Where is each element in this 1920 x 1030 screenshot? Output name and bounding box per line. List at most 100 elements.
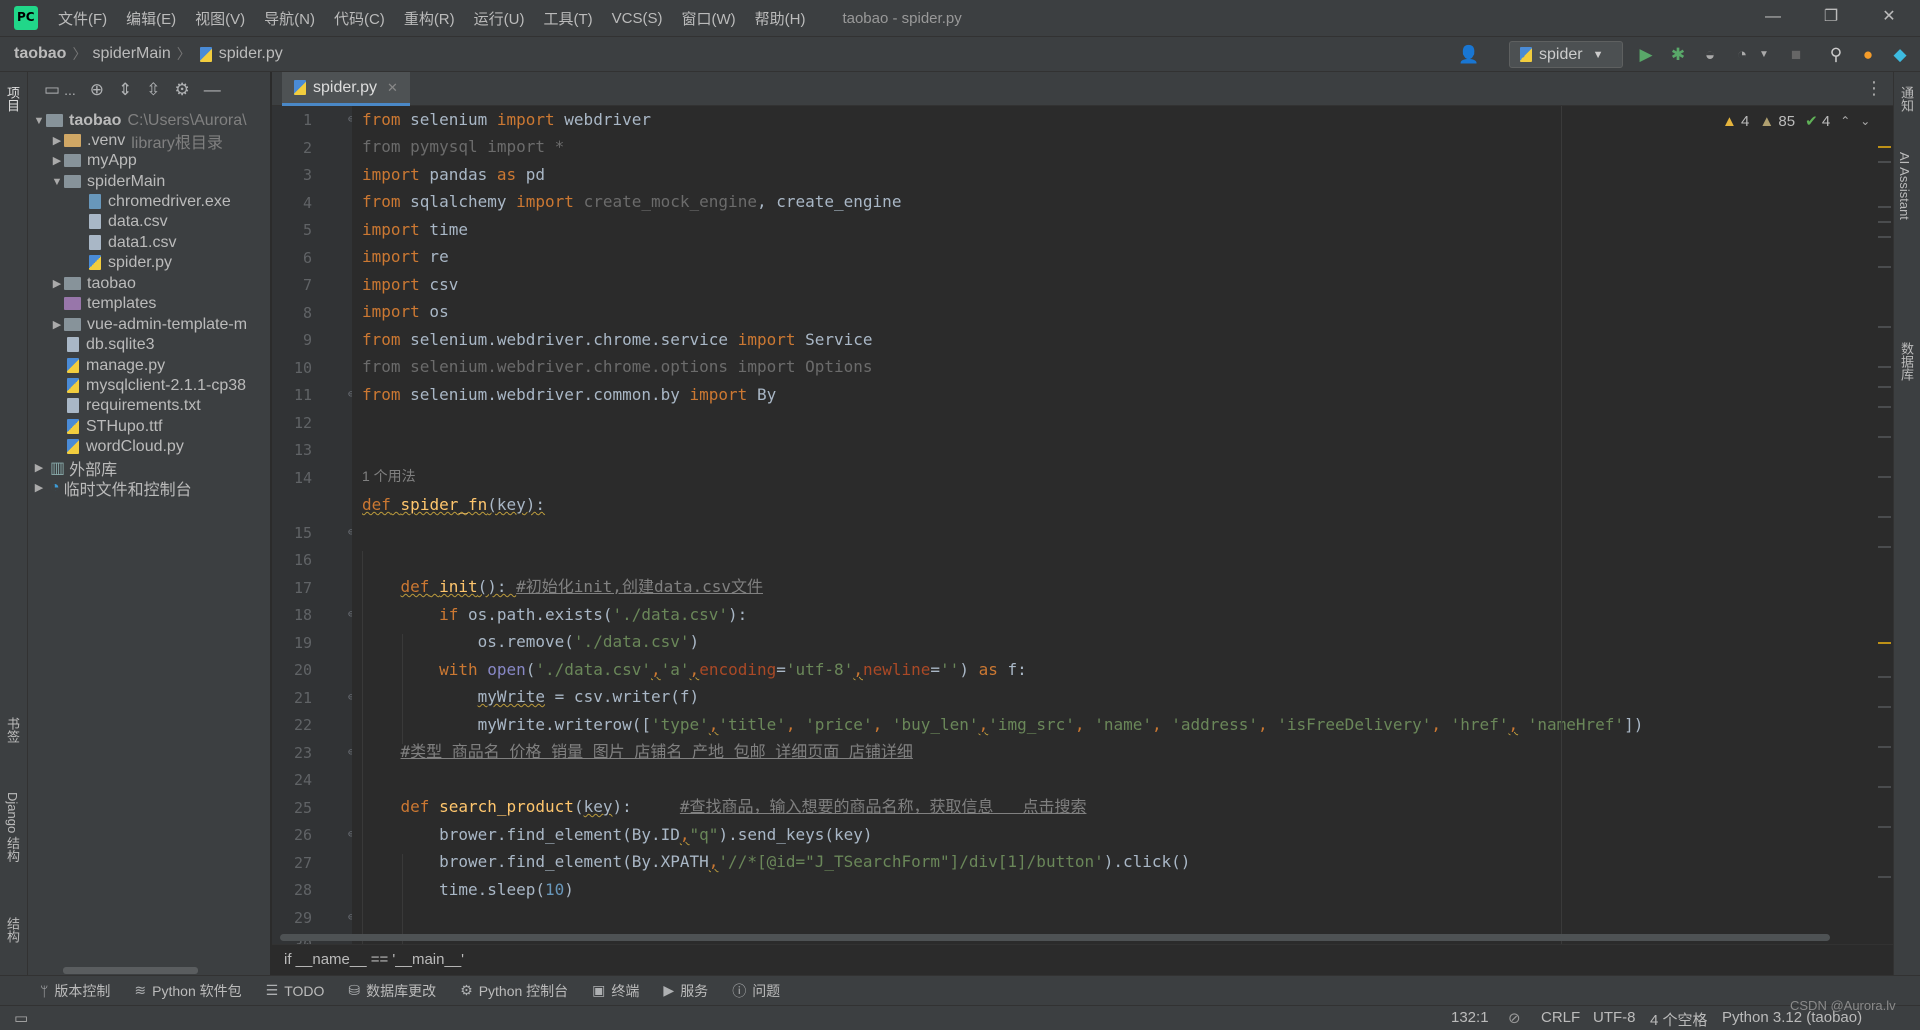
database-changes-button[interactable]: ⛁ 数据库更改 (348, 981, 436, 1001)
database-tool-tab[interactable]: 数据库 (1897, 342, 1916, 381)
editor-horizontal-scrollbar[interactable] (272, 931, 1876, 943)
menu-edit[interactable]: 编辑(E) (126, 8, 176, 29)
python-console-button[interactable]: ⚙ Python 控制台 (460, 981, 568, 1001)
stripe-marker[interactable] (1878, 326, 1891, 328)
stripe-marker[interactable] (1878, 642, 1891, 644)
code-line: from sqlalchemy import create_mock_engin… (362, 192, 902, 211)
project-view-label[interactable]: ... (64, 82, 76, 98)
menu-code[interactable]: 代码(C) (334, 8, 385, 29)
bookmarks-tool-tab[interactable]: 书签 (3, 717, 22, 743)
project-tool-tab[interactable]: 项目 (3, 86, 22, 112)
usage-hint[interactable]: 1 个用法 (362, 463, 416, 490)
close-tab-icon[interactable]: ✕ (387, 80, 398, 96)
services-button[interactable]: ▶ 服务 (663, 981, 708, 1001)
chevron-up-icon[interactable]: ⌃ (1840, 114, 1850, 128)
chevron-down-icon: ▼ (33, 114, 45, 127)
line-number: 26 (293, 826, 312, 844)
inspection-widget[interactable]: ▲ 4 ▲ 85 ✔ 4 ⌃ ⌄ (1722, 112, 1870, 131)
stripe-marker[interactable] (1878, 236, 1891, 238)
menu-run[interactable]: 运行(U) (474, 8, 525, 29)
stripe-marker[interactable] (1878, 746, 1891, 748)
menu-refactor[interactable]: 重构(R) (404, 8, 455, 29)
terminal-button[interactable]: ▣ 终端 (592, 981, 639, 1001)
restore-button[interactable]: ❐ (1802, 0, 1860, 36)
stripe-marker[interactable] (1878, 676, 1891, 678)
ai-assistant-tool-tab[interactable]: AI Assistant (1897, 152, 1912, 220)
problems-button[interactable]: ⓘ 问题 (732, 981, 780, 1001)
expand-all-icon[interactable]: ⇕ (118, 80, 132, 100)
run-configuration-select[interactable]: spider ▼ (1509, 41, 1623, 68)
line-number: 15 (293, 524, 312, 542)
coverage-icon[interactable]: ◒ (1700, 45, 1720, 65)
weak-warning-count[interactable]: ▲ 85 (1759, 113, 1795, 130)
tab-spider-py[interactable]: spider.py ✕ (282, 72, 410, 106)
update-icon[interactable]: ● (1858, 45, 1878, 65)
stripe-marker[interactable] (1878, 206, 1891, 208)
collapse-all-icon[interactable]: ⇳ (146, 80, 160, 100)
stripe-marker[interactable] (1878, 406, 1891, 408)
breadcrumb-file[interactable]: spider.py (219, 45, 283, 63)
line-separator[interactable]: CRLF (1541, 1009, 1580, 1026)
todo-button[interactable]: ☰ TODO (266, 982, 325, 999)
stripe-marker[interactable] (1878, 221, 1891, 223)
gear-icon[interactable]: ⚙ (174, 80, 189, 100)
warning-count[interactable]: ▲ 4 (1722, 113, 1749, 130)
project-view-icon[interactable]: ▭ (44, 80, 60, 100)
stripe-marker[interactable] (1878, 386, 1891, 388)
menu-file[interactable]: 文件(F) (58, 8, 107, 29)
stop-icon[interactable]: ■ (1786, 45, 1806, 65)
stripe-marker[interactable] (1878, 146, 1891, 148)
menu-window[interactable]: 窗口(W) (681, 8, 735, 29)
stripe-marker[interactable] (1878, 266, 1891, 268)
inspection-profile-icon[interactable]: ⊘ (1508, 1009, 1521, 1027)
stripe-marker[interactable] (1878, 436, 1891, 438)
stripe-marker[interactable] (1878, 161, 1891, 163)
tree-item-scratches[interactable]: ▶ ◔ 临时文件和控制台 (28, 475, 270, 500)
error-stripe[interactable] (1876, 106, 1893, 944)
stripe-marker[interactable] (1878, 706, 1891, 708)
hide-panel-icon[interactable]: — (204, 80, 221, 100)
indent-setting[interactable]: 4 个空格 (1650, 1009, 1708, 1030)
line-number: 14 (293, 469, 312, 487)
run-icon[interactable]: ▶ (1636, 45, 1656, 65)
python-packages-button[interactable]: ≋ Python 软件包 (134, 981, 241, 1001)
menu-tools[interactable]: 工具(T) (543, 8, 592, 29)
version-control-button[interactable]: ᛘ 版本控制 (40, 981, 110, 1001)
ok-count[interactable]: ✔ 4 (1805, 112, 1830, 130)
close-window-button[interactable]: ✕ (1860, 0, 1918, 36)
menu-navigate[interactable]: 导航(N) (264, 8, 315, 29)
menu-view[interactable]: 视图(V) (195, 8, 245, 29)
stripe-marker[interactable] (1878, 366, 1891, 368)
locate-file-icon[interactable]: ⊕ (90, 80, 104, 100)
code-breadcrumb[interactable]: if __name__ == '__main__' (284, 951, 464, 968)
toggle-panels-icon[interactable]: ▭ (14, 1009, 28, 1027)
notifications-tool-tab[interactable]: 通知 (1897, 86, 1916, 112)
minimize-button[interactable]: — (1744, 0, 1802, 36)
code-editor[interactable]: from selenium import webdriver from pymy… (352, 106, 1876, 944)
debug-icon[interactable]: ✱ (1668, 45, 1688, 65)
stripe-marker[interactable] (1878, 476, 1891, 478)
more-options-icon[interactable]: ⋮ (1865, 78, 1883, 99)
stripe-marker[interactable] (1878, 786, 1891, 788)
breadcrumb-project[interactable]: taobao (14, 45, 66, 63)
stripe-marker[interactable] (1878, 826, 1891, 828)
chevron-down-icon[interactable]: ⌄ (1860, 114, 1870, 128)
horizontal-scrollbar[interactable] (63, 967, 198, 974)
stripe-marker[interactable] (1878, 516, 1891, 518)
structure-tool-tab[interactable]: 结构 (3, 917, 22, 943)
menu-vcs[interactable]: VCS(S) (612, 10, 663, 27)
more-run-options-icon[interactable]: ▼ (1754, 45, 1774, 65)
breadcrumb-folder[interactable]: spiderMain (92, 45, 170, 63)
scrollbar-thumb[interactable] (280, 934, 1830, 941)
menu-help[interactable]: 帮助(H) (755, 8, 806, 29)
search-icon[interactable]: ⚲ (1826, 45, 1846, 65)
stripe-marker[interactable] (1878, 546, 1891, 548)
user-icon[interactable]: 👤 (1458, 45, 1479, 65)
profile-icon[interactable]: ◔ (1732, 45, 1752, 65)
tree-item-label: .venv (87, 131, 126, 149)
stripe-marker[interactable] (1878, 876, 1891, 878)
django-structure-tool-tab[interactable]: Django 结构 (3, 792, 22, 863)
jetbrains-ai-icon[interactable]: ◆ (1890, 45, 1910, 65)
caret-position[interactable]: 132:1 (1451, 1009, 1489, 1026)
file-encoding[interactable]: UTF-8 (1593, 1009, 1636, 1026)
